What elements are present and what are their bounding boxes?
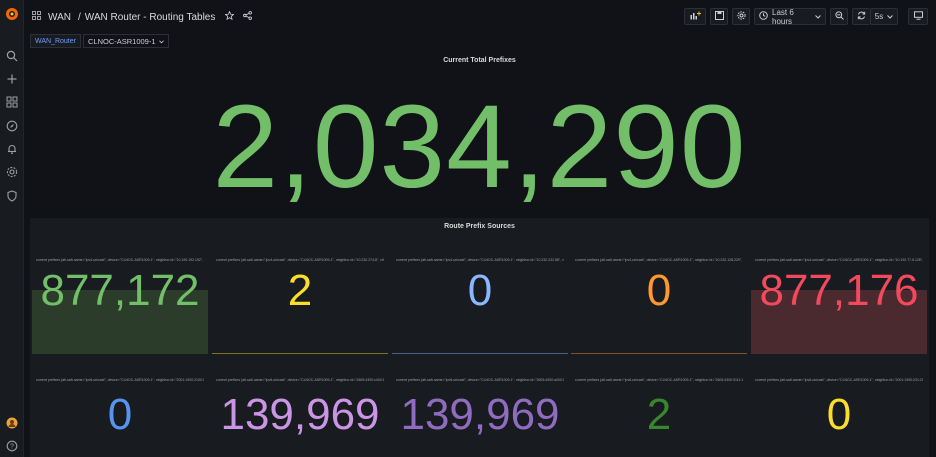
breadcrumb-separator: /	[77, 11, 81, 23]
stat-item[interactable]: current prefixes {afi-safi-name="ipv6-un…	[751, 378, 927, 457]
create-plus-icon[interactable]	[4, 71, 20, 87]
sync-icon	[857, 11, 866, 22]
stat-item-value: 139,969	[220, 390, 380, 439]
dashboard-grid-icon	[32, 11, 41, 23]
stat-item-label: current prefixes {afi-safi-name="ipv4-un…	[396, 258, 564, 262]
gear-icon	[736, 11, 746, 22]
dashboards-icon[interactable]	[4, 94, 20, 110]
clock-icon	[759, 11, 768, 22]
dashboard-title[interactable]: WAN Router - Routing Tables	[85, 12, 216, 23]
time-picker-button[interactable]: Last 6 hours	[754, 7, 826, 26]
stat-item-label: current prefixes {afi-safi-name="ipv6-un…	[36, 378, 204, 382]
stat-item-underline	[212, 353, 388, 354]
stat-item[interactable]: current prefixes {afi-safi-name="ipv6-un…	[571, 378, 747, 457]
variable-value: CLNOC-ASR1009-1	[87, 36, 156, 46]
server-admin-shield-icon[interactable]	[4, 188, 20, 204]
stat-item-label: current prefixes {afi-safi-name="ipv4-un…	[216, 258, 384, 262]
stat-item-underline	[571, 353, 747, 354]
stat-item[interactable]: current prefixes {afi-safi-name="ipv4-un…	[571, 258, 747, 354]
stat-item-value: 877,176	[759, 266, 919, 315]
save-icon	[714, 11, 724, 22]
stat-item[interactable]: current prefixes {afi-safi-name="ipv6-un…	[212, 378, 388, 457]
stat-item[interactable]: current prefixes {afi-safi-name="ipv6-un…	[392, 378, 568, 457]
stat-item-label: current prefixes {afi-safi-name="ipv6-un…	[216, 378, 384, 382]
variable-select[interactable]: CLNOC-ASR1009-1	[82, 34, 169, 48]
stat-item-underline	[392, 353, 568, 354]
stat-item-value: 2	[287, 266, 313, 315]
breadcrumb-folder[interactable]: WAN	[48, 12, 71, 23]
stat-item-value: 0	[107, 390, 133, 439]
variable-label: WAN_Router	[30, 34, 81, 48]
chevron-down-icon	[815, 12, 821, 21]
stat-item-label: current prefixes {afi-safi-name="ipv4-un…	[755, 258, 923, 262]
stat-item-value: 2	[646, 390, 672, 439]
grafana-app: ? WAN / WAN Router - Routing Tables Last…	[0, 0, 936, 457]
stat-value: 2,034,290	[212, 81, 747, 213]
stat-item-value: 0	[826, 390, 852, 439]
toolbar-actions: Last 6 hours 5s	[684, 7, 928, 26]
add-panel-button[interactable]	[684, 8, 706, 25]
panel-title: Route Prefix Sources	[444, 223, 515, 230]
share-icon[interactable]	[243, 11, 253, 23]
alerting-bell-icon[interactable]	[4, 141, 20, 157]
route-prefix-sources-panel[interactable]: Route Prefix Sources current prefixes {a…	[30, 218, 929, 457]
refresh-picker: 5s	[852, 8, 898, 25]
cycle-view-mode-button[interactable]	[908, 8, 928, 25]
stat-item-label: current prefixes {afi-safi-name="ipv6-un…	[755, 378, 923, 382]
breadcrumb: WAN / WAN Router - Routing Tables	[32, 10, 253, 23]
stat-item[interactable]: current prefixes {afi-safi-name="ipv4-un…	[392, 258, 568, 354]
stat-item-label: current prefixes {afi-safi-name="ipv4-un…	[36, 258, 204, 262]
refresh-interval-select[interactable]: 5s	[870, 8, 898, 25]
stat-item[interactable]: current prefixes {afi-safi-name="ipv6-un…	[32, 378, 208, 457]
stat-item[interactable]: current prefixes {afi-safi-name="ipv4-un…	[751, 258, 927, 354]
svg-text:?: ?	[10, 444, 14, 451]
user-avatar-icon[interactable]	[4, 415, 20, 431]
add-panel-icon	[690, 11, 701, 22]
stat-item-label: current prefixes {afi-safi-name="ipv4-un…	[575, 258, 743, 262]
configuration-gear-icon[interactable]	[4, 164, 20, 180]
zoom-out-icon	[834, 11, 844, 22]
stat-item-value: 139,969	[400, 390, 560, 439]
star-icon[interactable]	[224, 10, 235, 23]
time-range-label: Last 6 hours	[772, 7, 794, 26]
variable-bar: WAN_Router CLNOC-ASR1009-1	[30, 34, 169, 48]
chevron-down-icon	[158, 37, 164, 46]
explore-compass-icon[interactable]	[4, 118, 20, 134]
side-menu: ?	[0, 0, 24, 457]
stat-item-value: 0	[467, 266, 493, 315]
refresh-interval-label: 5s	[874, 12, 884, 21]
grafana-logo-icon[interactable]	[4, 6, 20, 22]
chevron-down-icon	[887, 12, 894, 21]
refresh-button[interactable]	[852, 8, 870, 25]
current-total-prefixes-panel[interactable]: Current Total Prefixes 2,034,290	[30, 52, 929, 212]
dashboard-navbar: WAN / WAN Router - Routing Tables Last 6…	[24, 0, 936, 34]
stat-item-value: 0	[646, 266, 672, 315]
stat-item-value: 877,172	[40, 266, 200, 315]
stat-item-label: current prefixes {afi-safi-name="ipv6-un…	[575, 378, 743, 382]
stat-item[interactable]: current prefixes {afi-safi-name="ipv4-un…	[32, 258, 208, 354]
dashboard-settings-button[interactable]	[732, 8, 750, 25]
help-icon[interactable]: ?	[4, 438, 20, 454]
stat-item[interactable]: current prefixes {afi-safi-name="ipv4-un…	[212, 258, 388, 354]
panel-title: Current Total Prefixes	[443, 57, 516, 64]
zoom-out-button[interactable]	[830, 8, 848, 25]
monitor-icon	[913, 11, 923, 22]
search-icon[interactable]	[4, 48, 20, 64]
save-dashboard-button[interactable]	[710, 8, 728, 25]
stat-item-label: current prefixes {afi-safi-name="ipv6-un…	[396, 378, 564, 382]
